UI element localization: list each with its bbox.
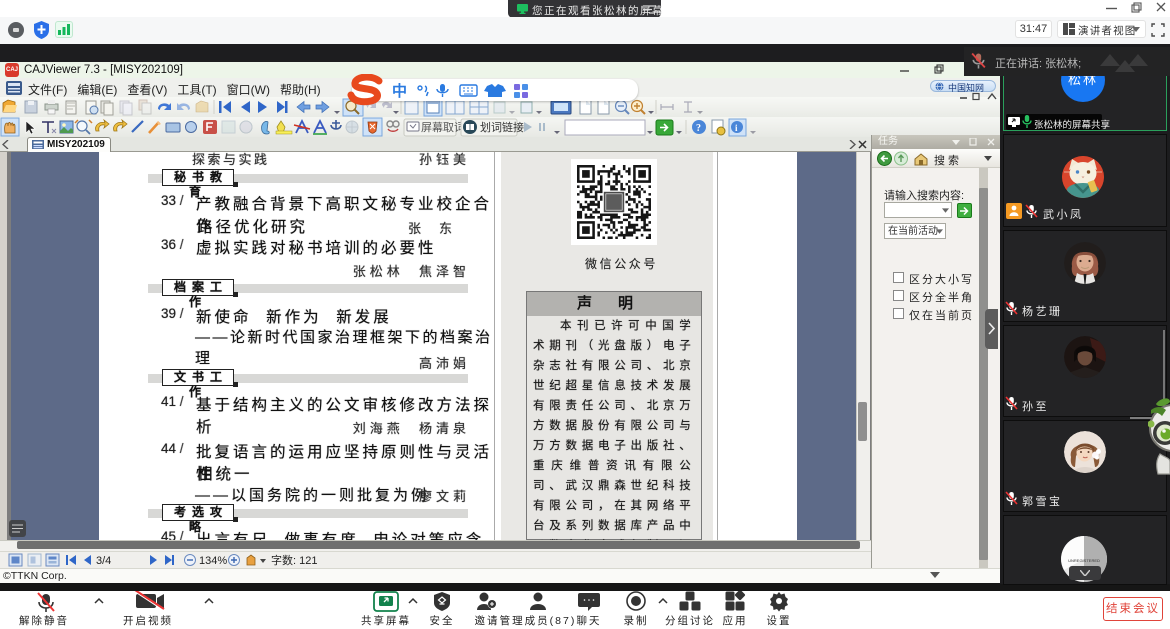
svg-text:134%: 134%: [199, 555, 227, 567]
svg-text:中: 中: [392, 83, 407, 98]
svg-text:聊天: 聊天: [577, 614, 602, 627]
svg-text:应用: 应用: [723, 614, 748, 627]
svg-text:共享屏幕: 共享屏幕: [361, 614, 411, 627]
svg-text:分组讨论: 分组讨论: [665, 614, 715, 627]
svg-text:安全: 安全: [430, 614, 455, 627]
svg-text:?: ?: [696, 123, 701, 134]
svg-text:解除静音: 解除静音: [19, 614, 69, 627]
svg-text:字数: 1216: 字数: 1216: [271, 553, 318, 567]
svg-text:屏幕取词: 屏幕取词: [421, 120, 465, 134]
svg-text:管理成员(87): 管理成员(87): [500, 614, 577, 627]
svg-text:邀请: 邀请: [475, 614, 500, 627]
svg-text:开启视频: 开启视频: [123, 614, 173, 627]
svg-text:UNREGISTERED: UNREGISTERED: [1068, 558, 1100, 563]
svg-text:3/4: 3/4: [96, 555, 111, 567]
svg-text:录制: 录制: [624, 614, 649, 627]
svg-text:设置: 设置: [767, 615, 792, 627]
svg-text:划词链接: 划词链接: [480, 120, 524, 134]
